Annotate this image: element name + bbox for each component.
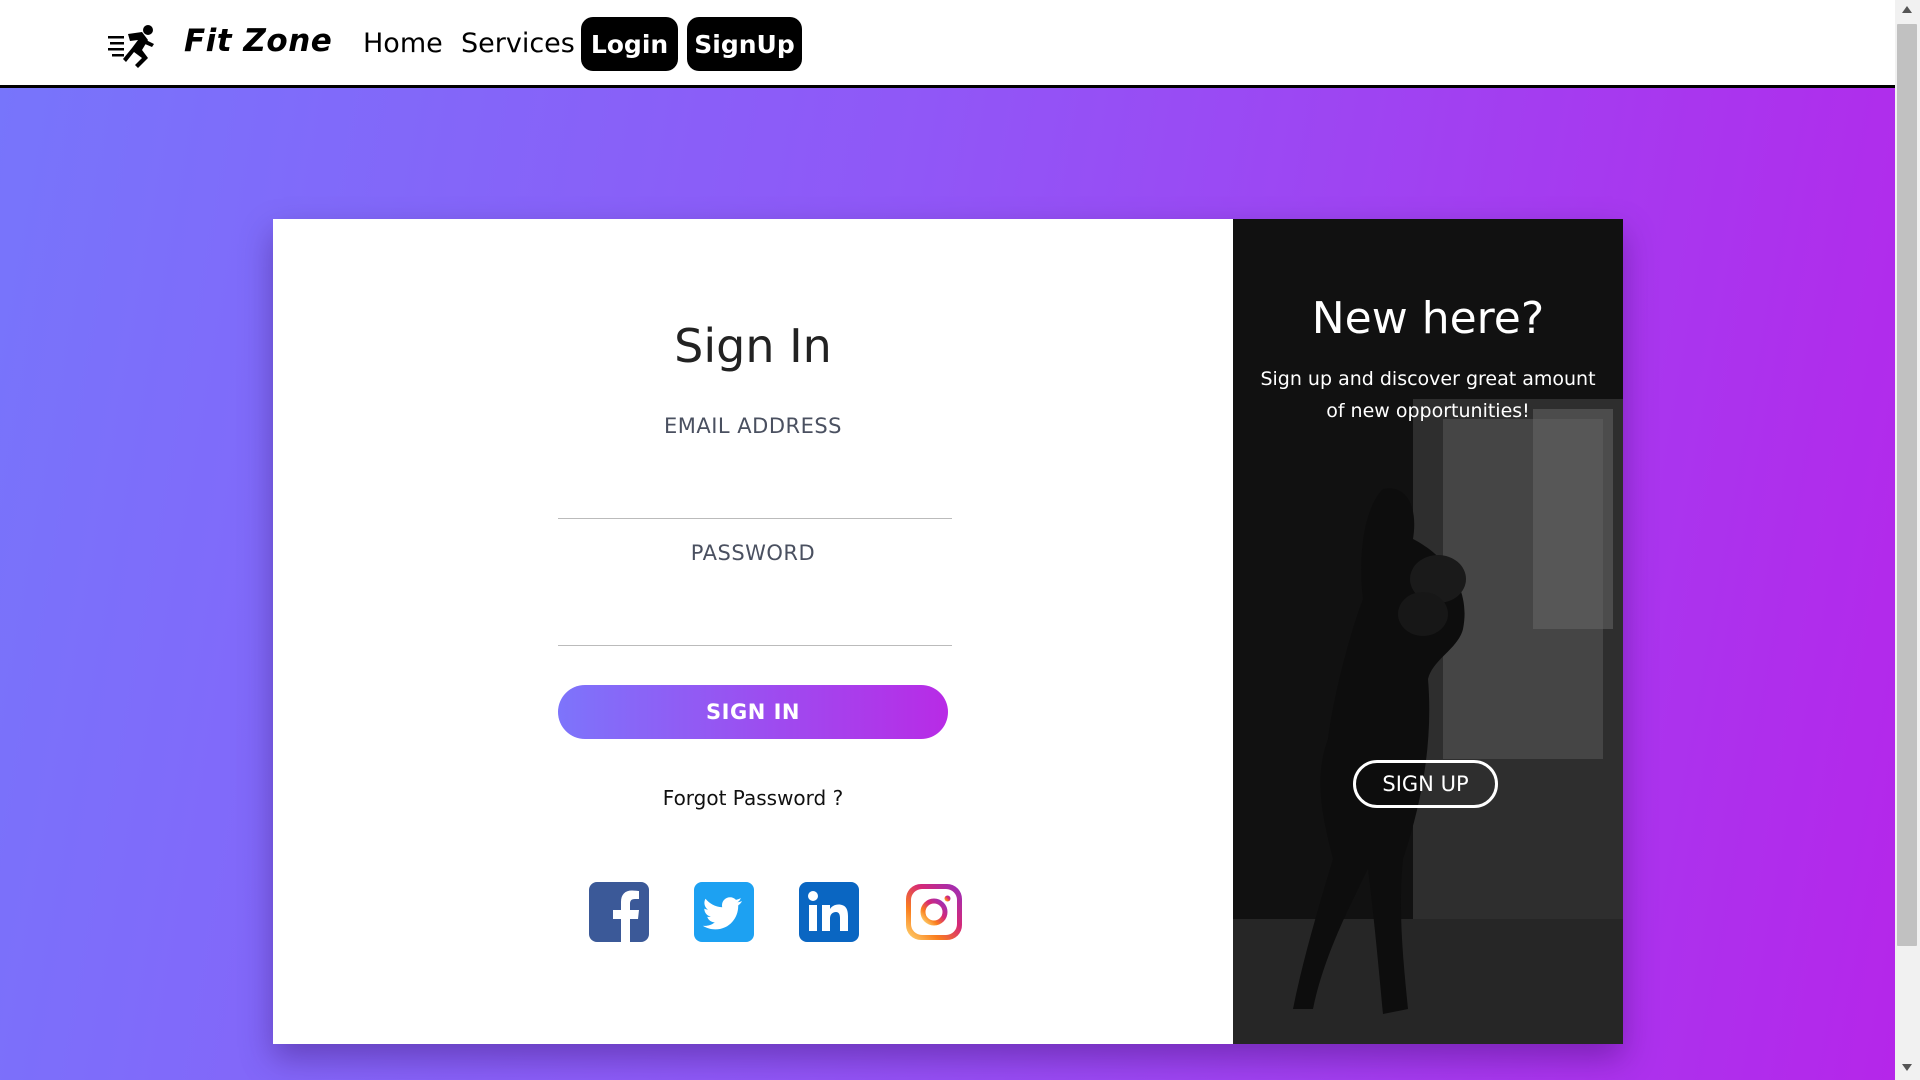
linkedin-icon[interactable]	[799, 882, 859, 942]
form-title: Sign In	[674, 319, 832, 373]
password-label: PASSWORD	[690, 541, 816, 565]
nav-home-link[interactable]: Home	[363, 28, 443, 59]
email-label: EMAIL ADDRESS	[663, 414, 843, 438]
navbar: Fit Zone Home Services Login SignUp	[0, 0, 1895, 88]
instagram-icon[interactable]	[904, 882, 964, 942]
social-links	[589, 882, 969, 944]
running-man-icon[interactable]	[108, 24, 158, 70]
page-scrollbar[interactable]	[1895, 0, 1920, 1080]
auth-card: Sign In EMAIL ADDRESS PASSWORD SIGN IN F…	[273, 219, 1623, 1044]
scrollbar-thumb[interactable]	[1897, 24, 1917, 946]
scroll-up-arrow-icon[interactable]	[1902, 6, 1912, 13]
scroll-down-arrow-icon[interactable]	[1902, 1064, 1912, 1071]
login-button[interactable]: Login	[581, 17, 678, 71]
promo-title: New here?	[1311, 293, 1545, 344]
forgot-password-link[interactable]: Forgot Password ?	[273, 786, 1233, 810]
promo-sign-up-button[interactable]: SIGN UP	[1353, 760, 1498, 808]
signup-button[interactable]: SignUp	[687, 17, 802, 71]
facebook-icon[interactable]	[589, 882, 649, 942]
promo-text: Sign up and discover great amount of new…	[1260, 368, 1596, 422]
brand-name[interactable]: Fit Zone	[184, 23, 332, 59]
nav-services-link[interactable]: Services	[461, 28, 575, 59]
email-field[interactable]	[558, 476, 952, 519]
sign-in-button[interactable]: SIGN IN	[558, 685, 948, 739]
password-field[interactable]	[558, 603, 952, 646]
twitter-icon[interactable]	[694, 882, 754, 942]
signup-promo-panel: New here? Sign up and discover great amo…	[1233, 219, 1623, 1044]
